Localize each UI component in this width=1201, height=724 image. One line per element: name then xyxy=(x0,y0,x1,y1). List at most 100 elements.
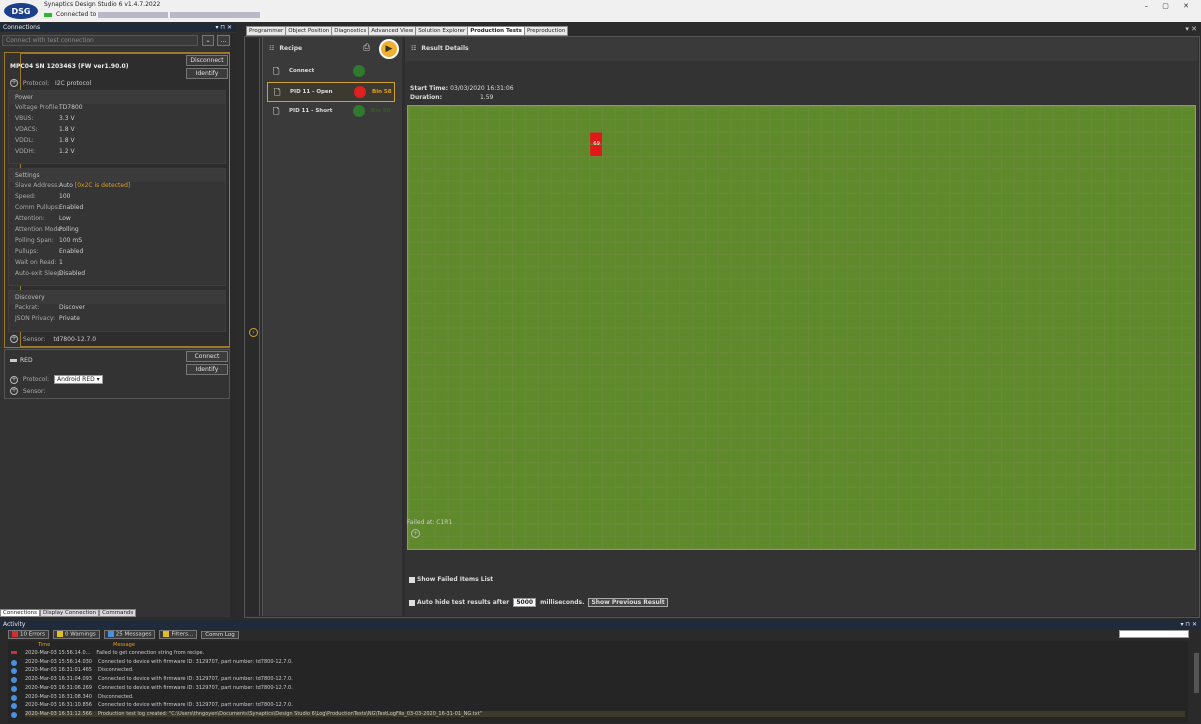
grid-cell xyxy=(860,242,873,254)
grid-cell xyxy=(551,451,564,463)
log-row[interactable]: 2020-Mar-03 16:31:01.465 Disconnected. xyxy=(25,667,134,673)
activity-panel: Activity ▾ ⊓ ✕ 10 Errors 0 Warnings 25 Mess… xyxy=(0,620,1201,724)
grid-cell xyxy=(911,181,924,193)
log-row[interactable]: 2020-Mar-03 15:56:14.0... Failed to get c… xyxy=(25,650,204,656)
expand-icon[interactable]: + xyxy=(10,375,18,384)
dropdown-button[interactable]: ⌄ xyxy=(202,35,214,46)
grid-cell xyxy=(461,512,474,524)
log-row[interactable]: 2020-Mar-03 16:31:10.856 Connected to dev… xyxy=(25,702,293,708)
grid-cell xyxy=(615,218,628,230)
log-row[interactable]: 2020-Mar-03 15:56:14.030 Connected to dev… xyxy=(25,659,293,665)
grid-cell xyxy=(757,451,770,463)
grid-cell xyxy=(705,255,718,267)
recipe-step[interactable]: 🗋 PID 11 - Open Bin 58 xyxy=(267,82,395,102)
grid-cell xyxy=(1066,377,1079,389)
grid-cell xyxy=(705,438,718,450)
grid-cell xyxy=(1143,536,1156,548)
grid-cell xyxy=(989,255,1001,267)
log-row[interactable]: 2020-Mar-03 16:31:08.340 Disconnected. xyxy=(25,694,134,700)
grid-cell xyxy=(1182,389,1194,401)
grid-cell xyxy=(603,438,615,450)
grid-cell xyxy=(950,438,963,450)
window-controls[interactable]: – ▢ ✕ xyxy=(1145,2,1195,10)
grid-cell xyxy=(487,108,500,120)
grid-cell xyxy=(1182,206,1194,218)
connection-search-input[interactable]: Connect with test connection xyxy=(2,35,198,46)
tab[interactable]: Preproduction xyxy=(523,26,569,36)
grid-cell xyxy=(1182,377,1194,389)
grid-cell xyxy=(705,340,718,352)
grid-cell xyxy=(628,157,641,169)
tab[interactable]: Production Tests xyxy=(467,26,525,36)
grid-cell xyxy=(963,475,976,487)
bottom-tab[interactable]: Commands xyxy=(99,609,137,617)
activity-search-input[interactable] xyxy=(1119,630,1189,638)
save-icon[interactable]: ⎙ xyxy=(363,43,370,53)
grid-cell xyxy=(937,451,950,463)
grid-cell xyxy=(770,438,783,450)
log-row[interactable]: 2020-Mar-03 16:31:12.566 Production test … xyxy=(25,710,1185,717)
grid-cell xyxy=(1079,218,1092,230)
grid-cell xyxy=(976,536,989,548)
scrollbar[interactable] xyxy=(230,33,236,617)
activity-filter-button[interactable]: 25 Messages xyxy=(103,630,156,639)
expand-icon[interactable]: + xyxy=(10,387,18,395)
grid-cell xyxy=(1079,206,1092,218)
grid-cell xyxy=(860,353,873,365)
grid-cell xyxy=(886,426,899,438)
log-row[interactable]: 2020-Mar-03 16:31:06.269 Connected to dev… xyxy=(25,685,293,691)
add-icon[interactable]: + xyxy=(411,529,420,538)
grid-cell xyxy=(538,181,551,193)
grid-cell xyxy=(435,144,448,156)
grid-cell xyxy=(654,487,667,499)
protocol-select[interactable]: Android RED ▾ xyxy=(54,375,103,384)
recipe-step[interactable]: 🗋 Connect xyxy=(267,62,395,82)
tab[interactable]: Object Position xyxy=(285,26,333,36)
grid-cell xyxy=(474,304,487,316)
activity-filter-button[interactable]: Comm Log xyxy=(201,630,239,639)
tab[interactable]: Solution Explorer xyxy=(415,26,469,36)
auto-hide-checkbox[interactable] xyxy=(409,599,415,606)
activity-filter-button[interactable]: 10 Errors xyxy=(8,630,50,639)
grid-cell xyxy=(821,279,834,291)
log-scrollbar[interactable] xyxy=(1194,653,1199,693)
collapse-icon[interactable]: › xyxy=(249,328,258,337)
grid-cell xyxy=(680,328,693,340)
tab[interactable]: Diagnostics xyxy=(331,26,370,36)
tab[interactable]: Advanced View xyxy=(368,26,417,36)
activity-filter-button[interactable]: 0 Warnings xyxy=(53,630,100,639)
identify-button-red[interactable]: Identify xyxy=(186,364,228,375)
expand-icon[interactable]: + xyxy=(10,79,18,87)
activity-filter-button[interactable]: Filters... xyxy=(159,630,198,639)
show-previous-button[interactable]: Show Previous Result xyxy=(588,598,668,607)
grid-cell xyxy=(834,230,847,242)
grid-cell xyxy=(448,218,461,230)
grid-cell xyxy=(641,353,654,365)
grid-cell xyxy=(1079,169,1092,181)
grid-cell xyxy=(641,389,654,401)
grid-cell xyxy=(680,242,693,254)
disconnect-button[interactable]: Disconnect xyxy=(186,55,228,66)
connect-button[interactable]: Connect xyxy=(186,351,228,362)
grid-cell xyxy=(783,181,796,193)
show-failed-checkbox[interactable] xyxy=(409,576,415,583)
run-button[interactable]: ▶ xyxy=(379,39,399,59)
grid-cell xyxy=(1117,316,1130,328)
tabs-controls[interactable]: ▾ ✕ xyxy=(1185,25,1197,33)
identify-button[interactable]: Identify xyxy=(186,68,228,79)
grid-cell xyxy=(1117,365,1130,377)
grid-cell xyxy=(680,267,693,279)
auto-hide-input[interactable]: 5000 xyxy=(513,598,537,607)
grid-cell xyxy=(731,536,744,548)
tab[interactable]: Programmer xyxy=(246,26,287,36)
more-button[interactable]: … xyxy=(217,35,230,46)
grid-cell xyxy=(500,524,512,536)
grid-cell xyxy=(435,108,448,120)
bottom-tab[interactable]: Display Connection xyxy=(40,609,100,617)
grid-cell xyxy=(821,316,834,328)
bottom-tab[interactable]: Connections xyxy=(0,609,40,617)
recipe-step[interactable]: 🗋 PID 11 - Short Bin 58 xyxy=(267,102,395,122)
log-row[interactable]: 2020-Mar-03 16:31:04.093 Connected to dev… xyxy=(25,676,293,682)
expand-icon[interactable]: + xyxy=(10,335,18,343)
grid-cell xyxy=(577,377,590,389)
